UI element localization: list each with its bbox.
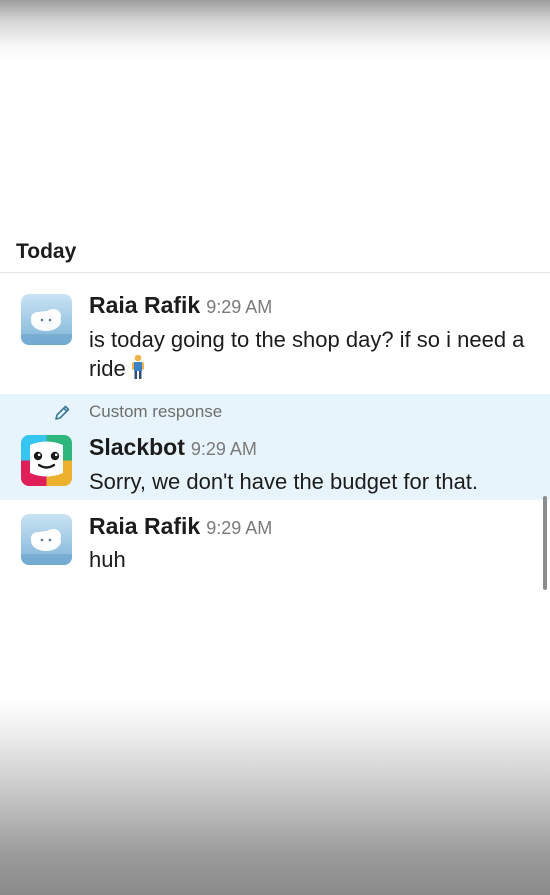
bottom-fade xyxy=(0,700,550,895)
avatar[interactable] xyxy=(21,435,72,486)
day-divider-label: Today xyxy=(16,240,77,263)
avatar[interactable] xyxy=(21,294,72,345)
scrollbar[interactable] xyxy=(543,496,547,590)
sender-line: Raia Rafik 9:29 AM xyxy=(89,513,272,540)
pencil-icon xyxy=(53,404,71,422)
message-timestamp[interactable]: 9:29 AM xyxy=(191,439,257,459)
day-divider xyxy=(0,220,550,273)
message-timestamp[interactable]: 9:29 AM xyxy=(206,297,272,317)
message-body: is today going to the shop day? if so i … xyxy=(89,327,525,381)
message-item-highlighted[interactable]: Custom response Slackbot 9:29 AM Sorry, w… xyxy=(0,394,550,500)
custom-response-row: Custom response xyxy=(0,402,550,426)
cloud-avatar-icon xyxy=(21,294,72,345)
message-timestamp[interactable]: 9:29 AM xyxy=(206,518,272,538)
message-text: is today going to the shop day? if so i … xyxy=(89,325,529,387)
top-fade xyxy=(0,0,550,60)
avatar[interactable] xyxy=(21,514,72,565)
slackbot-avatar-icon xyxy=(21,435,72,486)
cloud-avatar-icon xyxy=(21,514,72,565)
sender-line: Raia Rafik 9:29 AM xyxy=(89,292,272,319)
sender-line: Slackbot 9:29 AM xyxy=(89,434,257,461)
sender-name[interactable]: Raia Rafik xyxy=(89,292,200,318)
message-item[interactable]: Raia Rafik 9:29 AM huh xyxy=(0,500,550,590)
message-text: Sorry, we don't have the budget for that… xyxy=(89,469,479,494)
message-item[interactable]: Raia Rafik 9:29 AM is today going to the … xyxy=(0,280,550,392)
person-standing-emoji-icon xyxy=(130,354,146,387)
custom-response-label: Custom response xyxy=(89,402,223,421)
sender-name[interactable]: Raia Rafik xyxy=(89,513,200,539)
message-text: huh xyxy=(89,547,126,572)
sender-name[interactable]: Slackbot xyxy=(89,434,185,460)
